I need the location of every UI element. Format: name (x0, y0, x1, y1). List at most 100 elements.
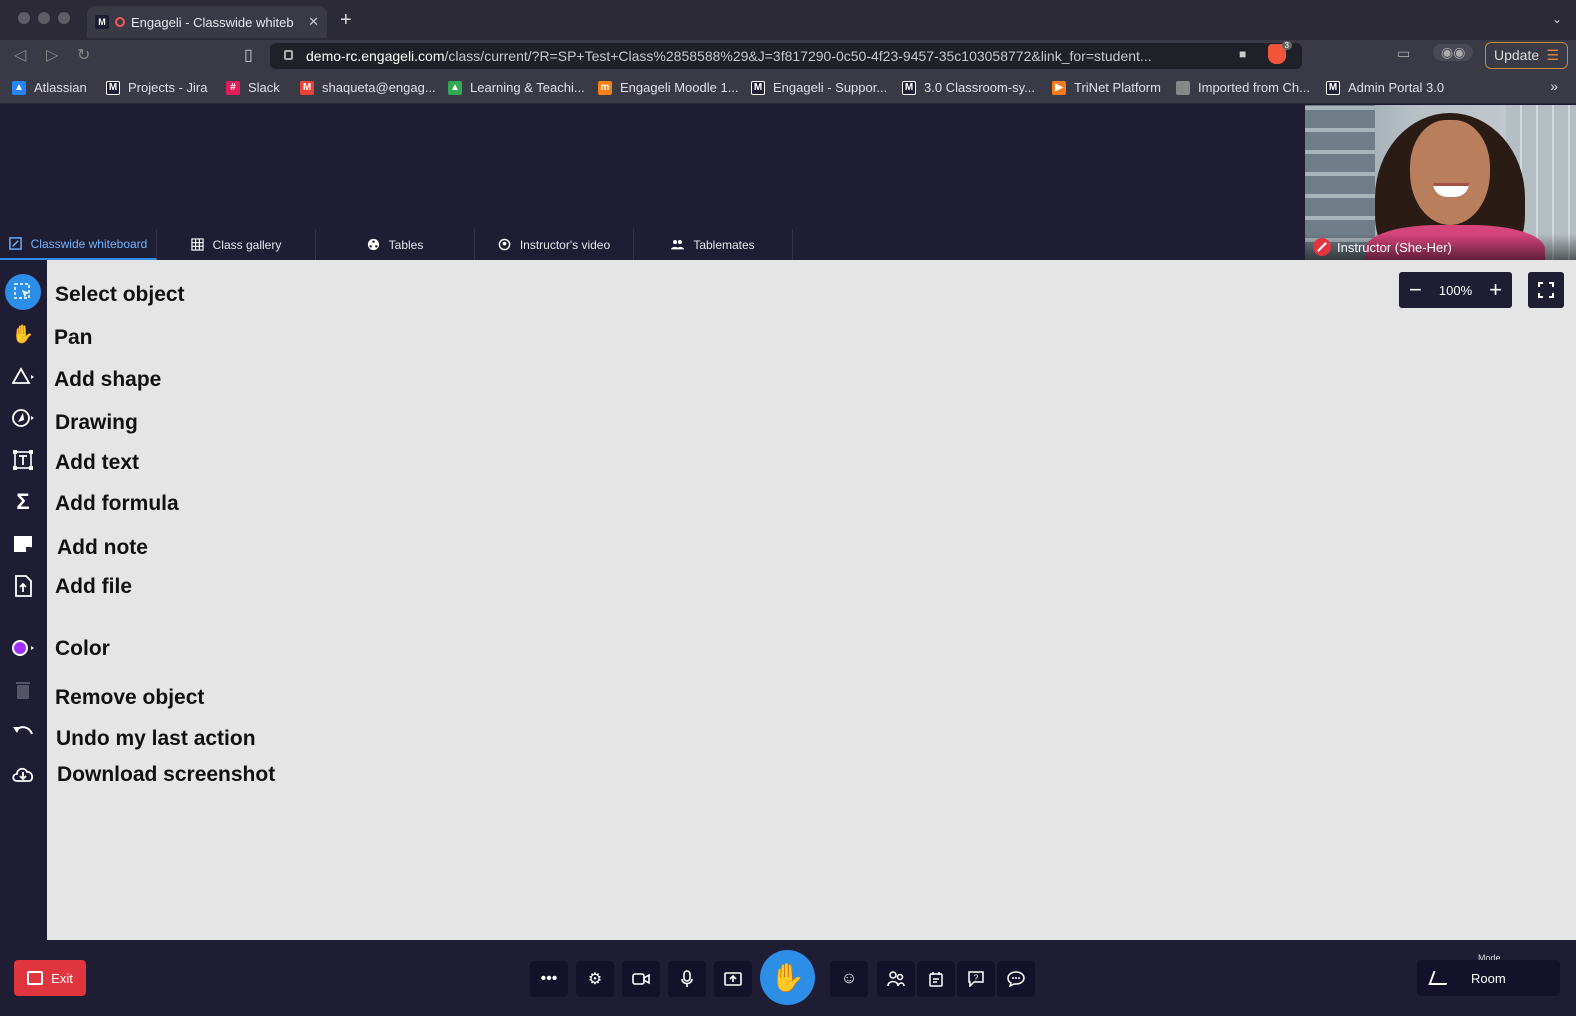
update-button[interactable]: Update ☰ (1485, 42, 1568, 69)
engageli-icon: M (1326, 80, 1340, 95)
canvas-text: Select object (55, 283, 185, 306)
zoom-in-icon[interactable]: + (1489, 279, 1502, 301)
tab-instructors-video[interactable]: Instructor's video (475, 229, 634, 260)
instructor-video-tile[interactable]: Instructor (She-Her) (1305, 105, 1576, 260)
window-zoom-dot[interactable] (58, 12, 70, 24)
bookmark-label: Engageli - Suppor... (773, 80, 888, 95)
bookmark-item[interactable]: # Slack (226, 80, 280, 95)
formula-tool[interactable]: Σ (5, 484, 41, 520)
download-icon (12, 767, 34, 782)
more-bookmarks-icon[interactable]: » (1550, 78, 1558, 94)
address-bar[interactable]: demo-rc.engageli.com/class/current/?R=SP… (270, 43, 1302, 69)
remove-tool[interactable] (5, 672, 41, 708)
forward-icon[interactable]: ▷ (46, 45, 58, 65)
tab-classwide-whiteboard[interactable]: Classwide whiteboard (0, 229, 157, 260)
shield-count: 3 (1281, 41, 1292, 50)
tab-label: Tablemates (693, 237, 755, 252)
canvas-text: Drawing (55, 411, 138, 434)
color-tool[interactable] (5, 630, 41, 666)
whiteboard-canvas[interactable] (47, 260, 1576, 940)
bottom-control-bar: Exit ••• ⚙ ✋ ☺ ? Mode Room (0, 940, 1576, 1016)
moodle-icon: m (598, 80, 612, 95)
tab-tablemates[interactable]: Tablemates (634, 229, 793, 260)
zoom-out-icon[interactable]: − (1409, 279, 1422, 301)
sigma-icon: Σ (16, 489, 30, 514)
text-icon (13, 450, 33, 470)
bookmark-label: TriNet Platform (1074, 80, 1161, 95)
atlassian-icon: ▲ (12, 80, 26, 95)
exit-icon (27, 971, 44, 985)
more-options-button[interactable]: ••• (530, 961, 568, 997)
tab-class-gallery[interactable]: Class gallery (157, 229, 316, 260)
smiley-icon: ☺ (840, 970, 858, 987)
bookmark-item[interactable]: M 3.0 Classroom-sy... (902, 80, 1035, 95)
bookmark-item[interactable]: M Engageli - Suppor... (751, 80, 887, 95)
questions-button[interactable]: ? (957, 961, 995, 997)
bookmark-label: Engageli Moodle 1... (620, 80, 739, 95)
wallet-icon[interactable]: ◉◉ (1433, 44, 1474, 61)
new-tab-icon[interactable]: + (340, 10, 352, 30)
participants-icon (887, 971, 905, 987)
browser-tab[interactable]: M Engageli - Classwide whiteb ✕ (87, 6, 327, 38)
fullscreen-button[interactable] (1528, 272, 1564, 308)
window-close-dot[interactable] (18, 12, 30, 24)
bookmark-icon[interactable]: ▯ (244, 45, 253, 65)
tab-tables[interactable]: Tables (316, 229, 475, 260)
hand-icon: ✋ (11, 323, 35, 344)
shape-tool[interactable] (5, 358, 41, 394)
file-tool[interactable] (5, 568, 41, 604)
reactions-button[interactable]: ☺ (830, 961, 868, 997)
bookmark-item[interactable]: Mshaqueta@engag... (300, 80, 436, 95)
bookmark-item[interactable]: ▲ Learning & Teachi... (448, 80, 585, 95)
pan-tool[interactable]: ✋ (5, 316, 41, 352)
svg-text:?: ? (974, 974, 979, 983)
canvas-text: Remove object (55, 686, 205, 709)
tab-close-icon[interactable]: ✕ (308, 14, 319, 30)
bookmark-item[interactable]: m Engageli Moodle 1... (598, 80, 739, 95)
camera-icon[interactable]: ■ (1239, 47, 1246, 61)
fullscreen-icon (1538, 282, 1554, 298)
raise-hand-button[interactable]: ✋ (760, 950, 815, 1005)
bookmark-label: Learning & Teachi... (470, 80, 585, 95)
download-tool[interactable] (5, 756, 41, 792)
tab-list-chevron-icon[interactable]: ⌄ (1552, 12, 1562, 26)
window-minimize-dot[interactable] (38, 12, 50, 24)
tab-label: Tables (388, 237, 424, 252)
exit-button[interactable]: Exit (14, 960, 86, 996)
engageli-favicon-icon: M (95, 15, 109, 29)
gmail-icon: M (300, 80, 314, 95)
bookmark-label: shaqueta@engag... (322, 80, 436, 95)
select-tool[interactable] (5, 274, 41, 310)
bookmark-item[interactable]: ▶ TriNet Platform (1052, 80, 1161, 95)
text-tool[interactable] (5, 442, 41, 478)
muted-mic-icon (1313, 238, 1331, 256)
back-icon[interactable]: ◁ (14, 45, 26, 65)
bookmark-item[interactable]: M Admin Portal 3.0 (1326, 80, 1444, 95)
schedule-button[interactable] (917, 961, 955, 997)
chat-button[interactable] (997, 961, 1035, 997)
share-screen-button[interactable] (714, 961, 752, 997)
reload-icon[interactable]: ↻ (77, 45, 90, 65)
bookmark-item[interactable]: Imported from Ch... (1176, 80, 1310, 95)
canvas-text: Add formula (55, 492, 179, 515)
camera-button[interactable] (622, 961, 660, 997)
microphone-button[interactable] (668, 961, 706, 997)
browser-tab-bar: M Engageli - Classwide whiteb ✕ + ⌄ (0, 0, 1576, 40)
undo-tool[interactable] (5, 714, 41, 750)
microphone-icon (681, 970, 693, 987)
mode-icon (1428, 971, 1452, 985)
drawing-tool[interactable] (5, 400, 41, 436)
mode-selector[interactable]: Room (1417, 960, 1560, 996)
brave-shield-icon[interactable]: 3 (1268, 41, 1292, 64)
lock-icon (284, 50, 293, 60)
sidebar-icon[interactable]: ▭ (1397, 45, 1410, 62)
update-label: Update (1494, 47, 1540, 63)
instructor-icon (498, 238, 511, 251)
bookmark-item[interactable]: M Projects - Jira (106, 80, 207, 95)
settings-button[interactable]: ⚙ (576, 961, 614, 997)
select-icon (14, 283, 30, 299)
note-tool[interactable] (5, 526, 41, 562)
participants-button[interactable] (877, 961, 915, 997)
bookmark-item[interactable]: ▲ Atlassian (12, 80, 87, 95)
canvas-text: Undo my last action (56, 727, 256, 750)
